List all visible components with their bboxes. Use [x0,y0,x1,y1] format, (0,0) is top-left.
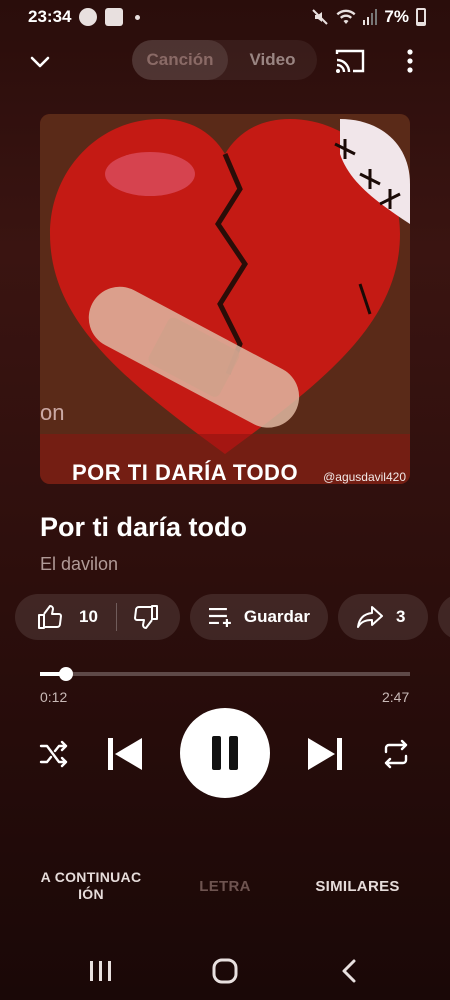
status-time: 23:34 [28,7,72,26]
more-notifications-icon [135,14,141,20]
status-bar: 23:34 7% [0,0,450,34]
pause-button[interactable] [180,708,270,798]
next-track-icon[interactable] [306,736,344,772]
system-navigation-bar [0,940,450,1000]
tab-lyrics[interactable]: LETRA [180,878,270,895]
more-actions-button[interactable] [438,594,450,640]
chevron-down-icon[interactable] [26,48,54,76]
total-time: 2:47 [382,689,410,705]
artwork-watermark: @agusdavil420 [323,470,406,484]
like-divider [115,603,117,631]
thumbs-down-icon[interactable] [133,604,159,630]
song-video-toggle: Canción Video [132,40,317,80]
album-artwork: on POR TI DARÍA TODO @agusdavil420 [40,114,410,484]
mute-icon [312,9,329,25]
current-time: 0:12 [40,689,68,705]
tab-up-next[interactable]: A CONTINUAC IÓN [36,869,146,903]
signal-icon [363,9,378,25]
artwork-side-text: on [40,400,65,425]
artwork-caption: POR TI DARÍA TODO [72,460,299,484]
tab-song[interactable]: Canción [132,40,228,80]
share-arrow-icon [357,606,383,628]
artist-name[interactable]: El davilon [40,554,118,575]
thumbs-up-icon[interactable] [37,604,63,630]
share-count: 3 [396,607,406,626]
tab-related[interactable]: SIMILARES [305,878,410,895]
player-top-bar: Canción Video [0,40,450,82]
shuffle-icon[interactable] [38,738,70,770]
battery-percent: 7% [384,7,409,26]
seek-bar-thumb[interactable] [58,667,73,681]
previous-track-icon[interactable] [106,736,144,772]
bottom-tabs: A CONTINUAC IÓN LETRA SIMILARES [0,866,450,906]
tab-video[interactable]: Video [228,40,317,80]
like-dislike-group: 10 [15,594,180,640]
cast-icon[interactable] [335,48,365,74]
save-label: Guardar [243,607,310,626]
home-icon[interactable] [210,958,240,984]
pause-icon [212,736,238,770]
wifi-icon [336,9,356,24]
broken-heart-image [40,114,410,484]
action-row: 10 Guardar 3 [15,594,450,640]
recent-apps-icon[interactable] [86,958,116,984]
song-title: Por ti daría todo [40,512,248,542]
battery-icon [416,8,426,26]
back-icon[interactable] [336,958,366,984]
playlist-add-icon [208,607,231,627]
seek-bar[interactable] [40,667,410,681]
repeat-icon[interactable] [380,738,412,770]
playback-controls [0,708,450,800]
save-button[interactable]: Guardar [190,594,328,640]
gallery-notification-icon [105,8,124,26]
more-options-icon[interactable] [398,48,422,74]
share-button[interactable]: 3 [338,594,428,640]
like-count: 10 [79,607,98,626]
app-notification-icon [79,8,98,26]
